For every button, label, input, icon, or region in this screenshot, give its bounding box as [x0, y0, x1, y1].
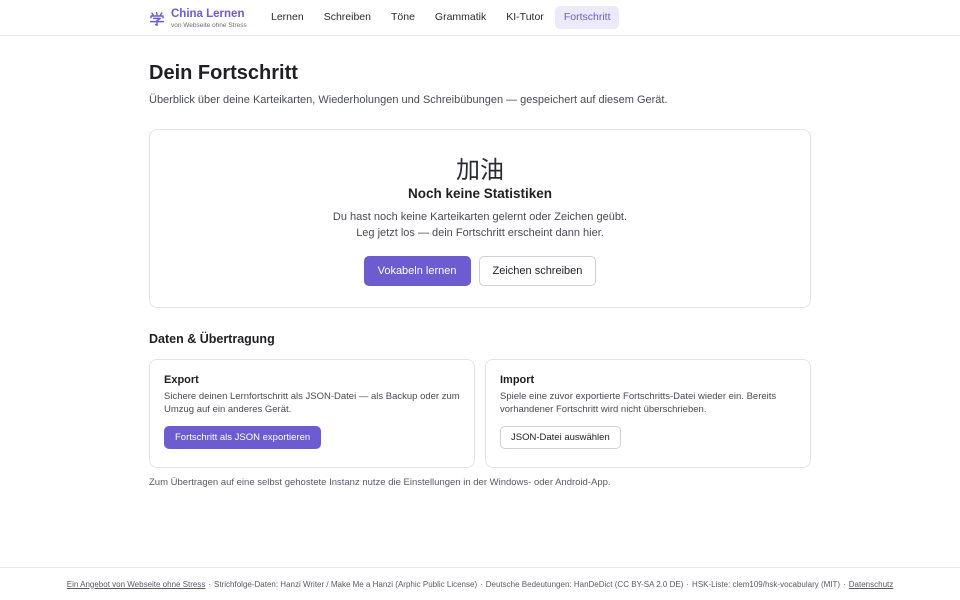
- footer-separator: ·: [686, 579, 690, 589]
- transfer-hint: Zum Übertragen auf eine selbst gehostete…: [149, 477, 611, 488]
- nav-item-fortschritt[interactable]: Fortschritt: [554, 6, 620, 29]
- page-title: Dein Fortschritt: [149, 62, 298, 84]
- xue-character-icon-svg: [149, 11, 165, 26]
- brand-logo-link[interactable]: China Lernen von Webseite ohne Stress: [149, 6, 247, 32]
- import-card: Import Spiele eine zuvor exportierte For…: [485, 359, 811, 468]
- footer-stroke-data-credit: Strichfolge-Daten: Hanzi Writer / Make M…: [214, 579, 478, 589]
- export-json-button[interactable]: Fortschritt als JSON exportieren: [164, 426, 322, 449]
- empty-state-text-line-2: Leg jetzt los — dein Fortschritt erschei…: [356, 227, 604, 239]
- nav-item-grammatik[interactable]: Grammatik: [426, 6, 495, 29]
- footer-separator: ·: [480, 579, 483, 589]
- empty-state-text: Du hast noch keine Karteikarten gelernt …: [150, 209, 810, 241]
- footer-separator: ·: [208, 579, 212, 589]
- page-subtitle: Überblick über deine Karteikarten, Wiede…: [149, 94, 668, 106]
- brand-subtitle: von Webseite ohne Stress: [171, 22, 247, 29]
- import-card-title: Import: [500, 374, 535, 386]
- footer-separator: ·: [843, 579, 846, 589]
- nav-item-ki-tutor[interactable]: KI-Tutor: [497, 6, 553, 29]
- export-card-title: Export: [164, 374, 199, 386]
- empty-state-actions: Vokabeln lernen Zeichen schreiben: [150, 256, 810, 286]
- footer-hsk-credit: HSK-Liste: clem109/hsk-vocabulary (MIT): [692, 579, 841, 589]
- nav-item-schreiben[interactable]: Schreiben: [315, 6, 380, 29]
- empty-state-text-line-1: Du hast noch keine Karteikarten gelernt …: [332, 211, 628, 223]
- nav-item-toene[interactable]: Töne: [382, 6, 424, 29]
- main-nav: Lernen Schreiben Töne Grammatik KI-Tutor…: [262, 6, 620, 29]
- choose-json-file-button[interactable]: JSON-Datei auswählen: [500, 426, 621, 449]
- footer-privacy-link[interactable]: Datenschutz: [849, 580, 893, 589]
- footer-offer-link[interactable]: Ein Angebot von Webseite ohne Stress: [67, 580, 206, 589]
- xue-character-icon: [149, 11, 165, 27]
- brand-title: China Lernen: [171, 7, 245, 20]
- export-card-text: Sichere deinen Lernfortschritt als JSON-…: [164, 391, 460, 415]
- empty-state-title: Noch keine Statistiken: [407, 186, 553, 201]
- empty-state-glyph: 加油: [456, 156, 504, 184]
- top-navigation-bar: China Lernen von Webseite ohne Stress Le…: [0, 0, 960, 36]
- import-card-text: Spiele eine zuvor exportierte Fortschrit…: [500, 391, 777, 415]
- write-characters-button[interactable]: Zeichen schreiben: [478, 256, 597, 286]
- footer-meanings-credit: Deutsche Bedeutungen: HanDeDict (CC BY-S…: [485, 579, 684, 589]
- brand-text: China Lernen von Webseite ohne Stress: [171, 7, 247, 30]
- learn-vocabulary-button[interactable]: Vokabeln lernen: [363, 256, 471, 286]
- nav-item-lernen[interactable]: Lernen: [262, 6, 313, 29]
- export-card: Export Sichere deinen Lernfortschritt al…: [149, 359, 475, 468]
- site-footer: Ein Angebot von Webseite ohne Stress · S…: [0, 567, 960, 600]
- empty-state-card: 加油 Noch keine Statistiken Du hast noch k…: [149, 129, 811, 308]
- data-transfer-section-title: Daten & Übertragung: [149, 332, 275, 346]
